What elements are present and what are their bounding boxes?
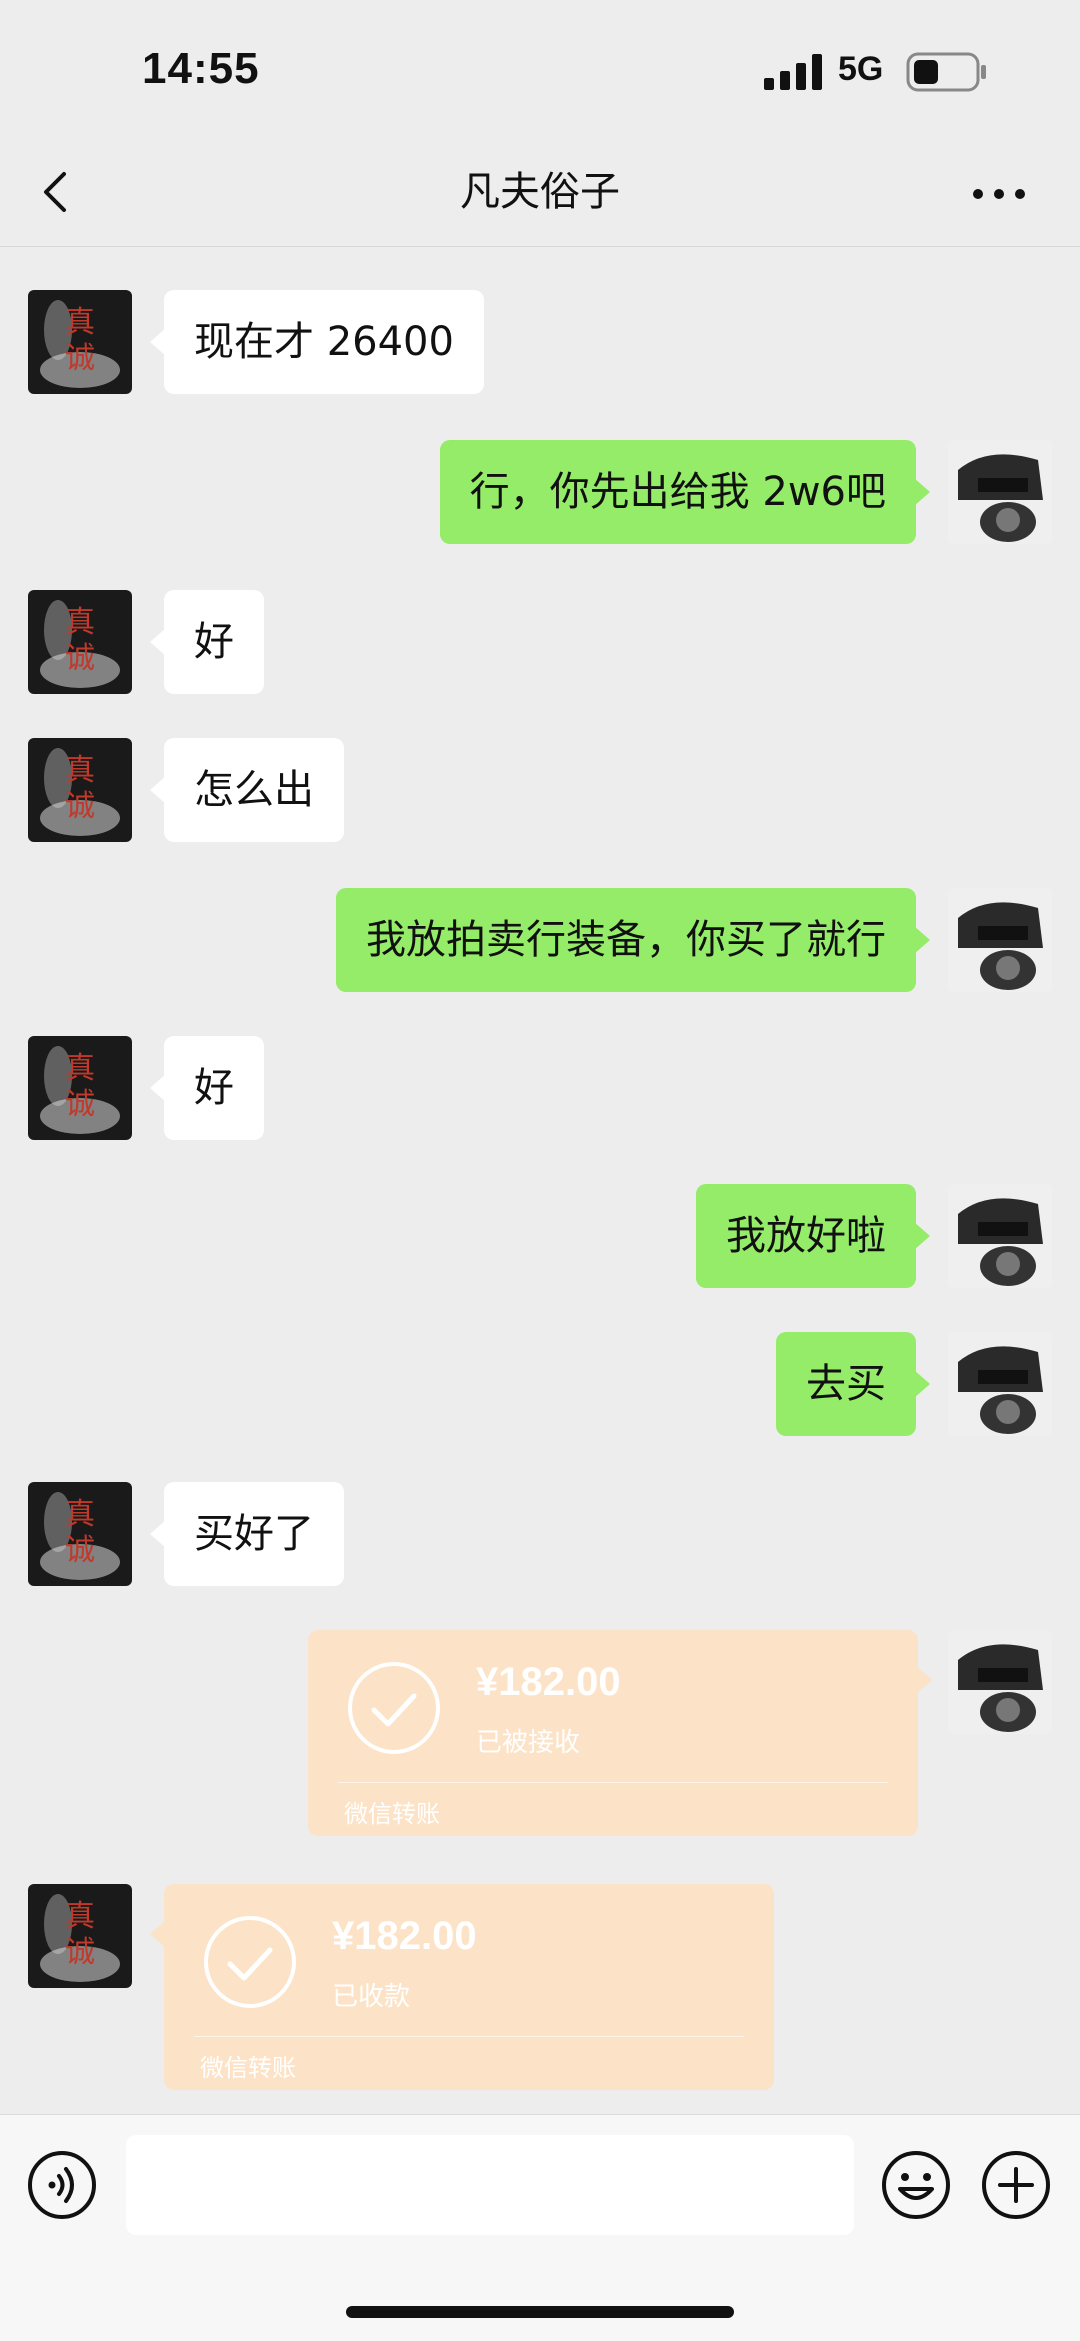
contact-avatar[interactable]: 真 诚 (28, 1884, 132, 1988)
more-dots-icon[interactable] (964, 164, 1034, 224)
message-input[interactable] (126, 2135, 854, 2235)
avatar-glyph: 真 (65, 753, 95, 788)
message-bubble-outgoing[interactable]: 去买 (776, 1332, 930, 1436)
avatar-glyph: 诚 (65, 641, 95, 676)
home-indicator[interactable] (346, 2306, 734, 2318)
signal-icon (764, 54, 824, 90)
transfer-card-outgoing[interactable]: ¥182.00 已被接收 微信转账 (308, 1630, 932, 1836)
avatar-glyph: 诚 (65, 341, 95, 376)
self-avatar[interactable] (948, 1332, 1052, 1436)
avatar-glyph: 诚 (65, 789, 95, 824)
transfer-status: 已被接收 (476, 1728, 581, 1758)
self-avatar[interactable] (948, 1630, 1052, 1734)
transfer-status: 已收款 (332, 1982, 411, 2012)
contact-avatar[interactable]: 真 诚 (28, 290, 132, 394)
avatar-glyph: 真 (65, 1051, 95, 1086)
chat-screen: 14:55 5G 凡夫俗子 真 诚 现在才 26400 行，你先出给我 2w6吧… (0, 0, 1080, 2341)
battery-icon (906, 52, 988, 92)
transfer-source: 微信转账 (200, 2054, 296, 2082)
transfer-source: 微信转账 (344, 1800, 440, 1828)
transfer-amount: ¥182.00 (332, 1914, 477, 1958)
message-bubble-incoming[interactable]: 买好了 (150, 1482, 344, 1586)
status-time: 14:55 (142, 44, 260, 93)
self-avatar[interactable] (948, 440, 1052, 544)
avatar-glyph: 诚 (65, 1087, 95, 1122)
avatar-glyph: 诚 (65, 1935, 95, 1970)
check-circle-icon (202, 1914, 298, 2010)
avatar-glyph: 真 (65, 1899, 95, 1934)
transfer-divider (194, 2036, 744, 2037)
contact-avatar[interactable]: 真 诚 (28, 590, 132, 694)
contact-avatar[interactable]: 真 诚 (28, 738, 132, 842)
message-bubble-outgoing[interactable]: 我放拍卖行装备，你买了就行 (336, 888, 930, 992)
transfer-card-incoming[interactable]: ¥182.00 已收款 微信转账 (150, 1884, 774, 2090)
self-avatar[interactable] (948, 888, 1052, 992)
voice-icon[interactable] (26, 2149, 98, 2221)
message-bubble-incoming[interactable]: 怎么出 (150, 738, 344, 842)
message-bubble-outgoing[interactable]: 行，你先出给我 2w6吧 (439, 440, 931, 544)
message-bubble-outgoing[interactable]: 我放好啦 (696, 1184, 930, 1288)
avatar-glyph: 真 (65, 605, 95, 640)
transfer-amount: ¥182.00 (476, 1660, 621, 1704)
status-bar: 14:55 5G (0, 0, 1080, 140)
avatar-glyph: 真 (65, 305, 95, 340)
avatar-glyph: 真 (65, 1497, 95, 1532)
message-bubble-incoming[interactable]: 好 (150, 590, 264, 694)
message-bubble-incoming[interactable]: 现在才 26400 (150, 290, 484, 394)
message-bubble-incoming[interactable]: 好 (150, 1036, 264, 1140)
plus-icon[interactable] (980, 2149, 1052, 2221)
transfer-divider (338, 1782, 888, 1783)
nav-bar: 凡夫俗子 (0, 140, 1080, 247)
avatar-glyph: 诚 (65, 1533, 95, 1568)
self-avatar[interactable] (948, 1184, 1052, 1288)
contact-avatar[interactable]: 真 诚 (28, 1036, 132, 1140)
emoji-icon[interactable] (880, 2149, 952, 2221)
network-label: 5G (838, 50, 884, 88)
check-circle-icon (346, 1660, 442, 1756)
contact-avatar[interactable]: 真 诚 (28, 1482, 132, 1586)
chat-title: 凡夫俗子 (460, 169, 620, 215)
